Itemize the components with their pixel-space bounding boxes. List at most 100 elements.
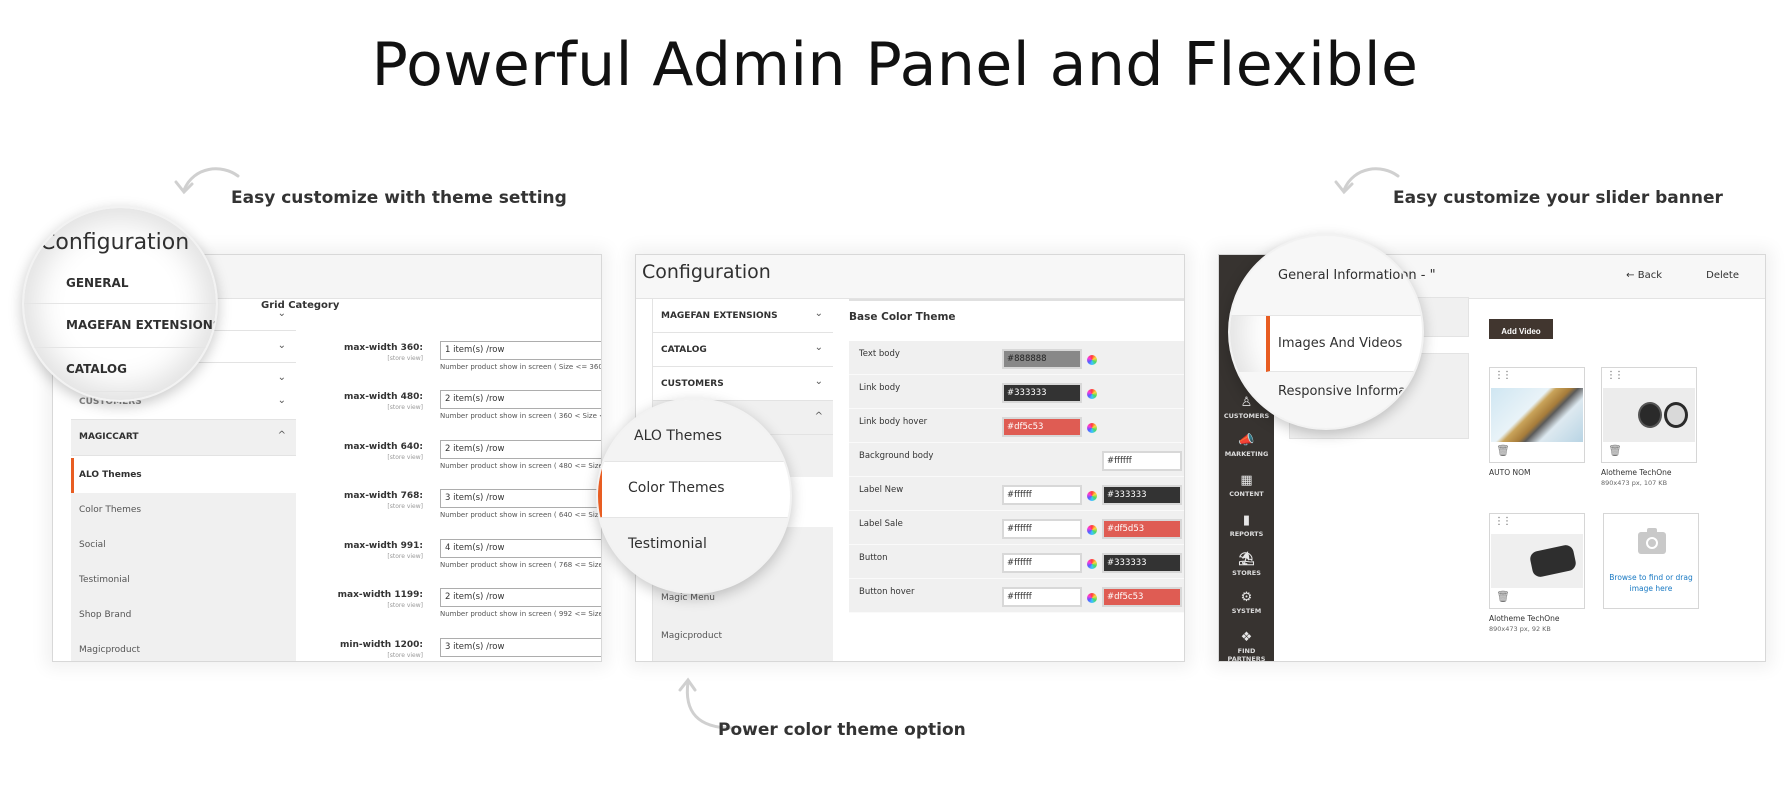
items-per-row-input[interactable]: 2 item(s) /row xyxy=(440,588,601,607)
sidebar-item-testimonial[interactable]: Testimonial xyxy=(598,518,790,592)
image-upload-dropzone[interactable]: Browse to find or drag image here xyxy=(1603,513,1699,609)
color-setting-label: Label New xyxy=(859,485,904,495)
chevron-up-icon: ^ xyxy=(814,411,823,422)
items-per-row-input[interactable]: 4 item(s) /row xyxy=(440,539,601,558)
color-setting-label: Button xyxy=(859,553,888,563)
trash-icon[interactable]: 🗑 xyxy=(1608,444,1622,457)
scope-label: [store view] xyxy=(387,602,423,609)
chevron-down-icon: ⌄ xyxy=(814,376,823,387)
admin-menu-find-partners[interactable]: ❖ FIND PARTNERS xyxy=(1219,630,1274,661)
items-per-row-input[interactable]: 1 item(s) /row xyxy=(440,341,601,360)
color-setting-row: Label New #ffffff #333333 xyxy=(849,477,1184,511)
page-title: Configuration xyxy=(642,261,771,283)
tab-responsive-information[interactable]: Responsive Informati xyxy=(1230,372,1422,428)
image-card[interactable]: ⋮⋮ 🗑 xyxy=(1601,367,1697,463)
field-label: max-width 360: xyxy=(343,343,423,353)
drag-handle-icon[interactable]: ⋮⋮ xyxy=(1606,370,1624,381)
color-picker-icon[interactable] xyxy=(1087,491,1097,501)
bar-chart-icon: ▮ xyxy=(1242,513,1251,528)
sidebar-section-magefan-extensions[interactable]: MAGEFAN EXTENSIONS ⌄ xyxy=(653,299,833,333)
color-picker-icon[interactable] xyxy=(1087,525,1097,535)
setting-row: min-width 1200: [store view] 3 item(s) /… xyxy=(53,638,601,661)
color-setting-row: Link body hover #df5c53 xyxy=(849,409,1184,443)
chevron-down-icon: ⌄ xyxy=(814,308,823,319)
page-header: Configuration xyxy=(636,255,1184,299)
camera-icon xyxy=(1638,528,1666,554)
color-input[interactable]: #df5d53 xyxy=(1102,519,1182,539)
image-card[interactable]: ⋮⋮ 🗑 xyxy=(1489,367,1585,463)
setting-row: max-width 768: [store view] 3 item(s) /r… xyxy=(53,489,601,534)
color-picker-icon[interactable] xyxy=(1087,559,1097,569)
sidebar-section-catalog[interactable]: CATALOG ⌄ xyxy=(653,333,833,367)
gear-icon: ⚙ xyxy=(1240,590,1253,605)
drag-handle-icon[interactable]: ⋮⋮ xyxy=(1494,370,1512,381)
color-input[interactable]: #ffffff xyxy=(1002,587,1082,607)
color-picker-icon[interactable] xyxy=(1087,593,1097,603)
curved-arrow-icon xyxy=(1334,167,1400,195)
scope-label: [store view] xyxy=(387,503,423,510)
color-input[interactable]: #df5c53 xyxy=(1102,587,1182,607)
color-picker-icon[interactable] xyxy=(1087,389,1097,399)
color-input[interactable]: #333333 xyxy=(1102,485,1182,505)
delete-button[interactable]: Delete xyxy=(1706,270,1739,281)
items-per-row-input[interactable]: 2 item(s) /row xyxy=(440,390,601,409)
items-per-row-input[interactable]: 3 item(s) /row xyxy=(440,638,601,657)
admin-menu-marketing[interactable]: 📣 MARKETING xyxy=(1219,433,1274,458)
sidebar-item-alo-themes[interactable]: ALO Themes xyxy=(598,400,790,462)
tab-general-information[interactable]: General Information - " xyxy=(1230,236,1422,316)
setting-row: max-width 991: [store view] 4 item(s) /r… xyxy=(53,539,601,584)
color-input[interactable]: #ffffff xyxy=(1002,553,1082,573)
add-video-button[interactable]: Add Video xyxy=(1489,319,1553,339)
magnifier-color-nav: ALO Themes Color Themes Testimonial xyxy=(596,398,792,594)
field-note: Number product show in screen ( Size <= … xyxy=(440,363,602,371)
color-setting-label: Button hover xyxy=(859,587,915,597)
sidebar-item-color-themes[interactable]: Color Themes xyxy=(598,462,790,518)
section-title: Grid Category xyxy=(261,300,340,311)
tab-images-and-videos[interactable]: Images And Videos xyxy=(1266,316,1422,372)
back-button[interactable]: ← Back xyxy=(1626,270,1662,281)
blocks-icon: ❖ xyxy=(1240,630,1253,645)
admin-menu-stores[interactable]: ⛱ STORES xyxy=(1219,552,1274,577)
color-picker-icon[interactable] xyxy=(1087,355,1097,365)
image-card[interactable]: ⋮⋮ 🗑 xyxy=(1489,513,1585,609)
items-per-row-input[interactable]: 2 item(s) /row xyxy=(440,440,601,459)
admin-menu-system[interactable]: ⚙ SYSTEM xyxy=(1219,590,1274,615)
sidebar-section-magefan-extensions[interactable]: MAGEFAN EXTENSIONS xyxy=(24,304,216,348)
color-input[interactable]: #ffffff xyxy=(1002,519,1082,539)
color-input[interactable]: #df5c53 xyxy=(1002,417,1082,437)
scope-label: [store view] xyxy=(387,553,423,560)
sidebar-section-customers[interactable]: CUSTOMERS ⌄ xyxy=(653,367,833,401)
sidebar-section-catalog[interactable]: CATALOG xyxy=(24,348,216,392)
color-setting-label: Text body xyxy=(859,349,900,359)
color-input[interactable]: #ffffff xyxy=(1002,485,1082,505)
scope-label: [store view] xyxy=(387,454,423,461)
color-setting-label: Label Sale xyxy=(859,519,903,529)
scope-label: [store view] xyxy=(387,355,423,362)
color-input[interactable]: #333333 xyxy=(1102,553,1182,573)
sidebar-section-general[interactable]: GENERAL xyxy=(24,260,216,304)
admin-menu-reports[interactable]: ▮ REPORTS xyxy=(1219,513,1274,538)
field-note: Number product show in screen ( 992 <= S… xyxy=(440,610,602,618)
color-setting-label: Link body hover xyxy=(859,417,928,427)
field-label: min-width 1200: xyxy=(340,640,423,650)
image-thumbnail xyxy=(1491,534,1583,588)
field-note: Number product show in screen ( 480 <= S… xyxy=(440,462,602,470)
color-input[interactable]: #333333 xyxy=(1002,383,1082,403)
sidebar-item-magicproduct[interactable]: Magicproduct xyxy=(653,619,833,661)
field-label: max-width 480: xyxy=(343,392,423,402)
hero-title: Powerful Admin Panel and Flexible xyxy=(371,30,1419,100)
items-per-row-input[interactable]: 3 item(s) /row xyxy=(440,489,601,508)
color-input[interactable]: #ffffff xyxy=(1102,451,1182,471)
color-picker-icon[interactable] xyxy=(1087,423,1097,433)
image-meta: 890x473 px, 92 KB xyxy=(1489,625,1551,633)
trash-icon[interactable]: 🗑 xyxy=(1496,444,1510,457)
drag-handle-icon[interactable]: ⋮⋮ xyxy=(1494,516,1512,527)
trash-icon[interactable]: 🗑 xyxy=(1496,590,1510,603)
color-input[interactable]: #888888 xyxy=(1002,349,1082,369)
scope-label: [store view] xyxy=(387,404,423,411)
color-setting-row: Link body #333333 xyxy=(849,375,1184,409)
admin-menu-content[interactable]: ▦ CONTENT xyxy=(1219,473,1274,498)
field-note: Number product show in screen ( 360 < Si… xyxy=(440,412,602,420)
image-name: Alotheme TechOne xyxy=(1489,614,1560,623)
field-label: max-width 640: xyxy=(343,442,423,452)
